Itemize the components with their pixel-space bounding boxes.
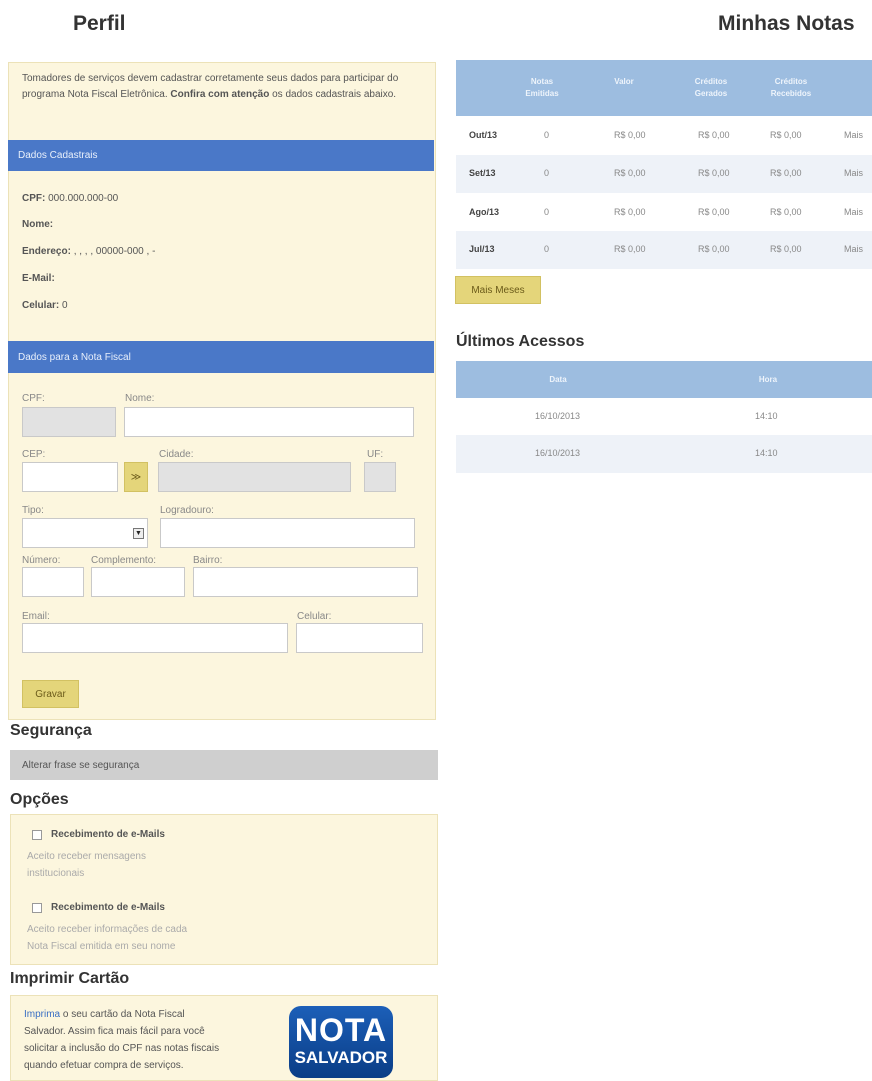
more-link[interactable]: Mais [844,244,863,254]
month-cell: Jul/13 [469,244,495,254]
form-email-label: Email: [22,611,50,622]
change-security-phrase-button[interactable]: Alterar frase se segurança [10,750,438,780]
col-header-time: Hora [758,375,778,384]
profile-heading: Perfil [73,12,126,35]
more-link[interactable]: Mais [844,130,863,140]
checkbox-icon[interactable] [32,830,42,840]
month-cell: Out/13 [469,130,498,140]
form-cep-label: CEP: [22,449,46,460]
form-number-field[interactable] [22,567,84,597]
form-uf-field[interactable] [364,462,396,492]
form-mobile-label: Celular: [297,611,332,622]
registration-header: Dados Cadastrais [8,140,434,171]
form-cpf-label: CPF: [22,393,45,404]
form-uf-label: UF: [367,449,384,460]
value-cell: R$ 0,00 [614,207,646,217]
save-button[interactable]: Gravar [22,680,79,708]
print-card-heading: Imprimir Cartão [10,970,130,987]
table-row: Jul/13 0 R$ 0,00 R$ 0,00 R$ 0,00 Mais [456,231,872,269]
table-row: 16/10/2013 14:10 [456,435,872,473]
print-card-text: Imprima o seu cartão da Nota Fiscal Salv… [24,1009,220,1071]
mobile-line: Celular: 0 [22,300,68,311]
options-heading: Opções [10,791,69,808]
form-name-field[interactable] [124,407,414,437]
option-invoice-email-desc-2: Nota Fiscal emitida em seu nome [27,941,176,952]
dropdown-arrow-icon[interactable]: ▼ [133,528,144,539]
email-line: E-Mail: [22,273,55,284]
issued-cell: 0 [544,130,550,140]
issued-cell: 0 [544,244,550,254]
time-cell: 14:10 [755,411,778,421]
form-cpf-field[interactable] [22,407,116,437]
form-district-field[interactable] [193,567,418,597]
name-line: Nome: [22,219,54,230]
checkbox-icon[interactable] [32,903,42,913]
cep-search-button[interactable]: ≫ [124,462,148,492]
intro-text: Tomadores de serviços devem cadastrar co… [22,73,399,100]
form-district-label: Bairro: [193,555,223,566]
form-street-label: Logradouro: [160,505,214,516]
table-row: Out/13 0 R$ 0,00 R$ 0,00 R$ 0,00 Mais [456,116,872,155]
form-type-select[interactable] [22,518,148,548]
nota-salvador-logo: NOTA SALVADOR [289,1006,393,1078]
more-months-button[interactable]: Mais Meses [455,276,541,304]
notes-heading: Minhas Notas [718,12,855,35]
option-email-desc-1: Aceito receber mensagens [27,851,146,862]
value-cell: R$ 0,00 [614,168,646,178]
security-heading: Segurança [10,722,92,739]
invoice-form-header: Dados para a Nota Fiscal [8,341,434,373]
form-number-label: Número: [22,555,61,566]
col-header-value: Valor [614,77,634,86]
form-city-field[interactable] [158,462,351,492]
col-header-issued: Notas Emitidas [525,77,559,98]
generated-cell: R$ 0,00 [698,168,730,178]
print-link[interactable]: Imprima [24,1009,60,1020]
form-mobile-field[interactable] [296,623,423,653]
month-cell: Set/13 [469,168,496,178]
access-table-header [456,361,872,398]
col-header-received: Créditos Recebidos [770,77,812,98]
table-row: 16/10/2013 14:10 [456,398,872,435]
form-cep-field[interactable] [22,462,118,492]
month-cell: Ago/13 [469,207,500,217]
received-cell: R$ 0,00 [770,168,802,178]
option-invoice-email-title: Recebimento de e-Mails [51,902,165,913]
issued-cell: 0 [544,168,550,178]
form-city-label: Cidade: [159,449,194,460]
generated-cell: R$ 0,00 [698,207,730,217]
form-name-label: Nome: [125,393,155,404]
table-row: Ago/13 0 R$ 0,00 R$ 0,00 R$ 0,00 Mais [456,193,872,231]
form-type-label: Tipo: [22,505,44,516]
last-access-heading: Últimos Acessos [456,333,585,350]
more-link[interactable]: Mais [844,168,863,178]
time-cell: 14:10 [755,448,778,458]
value-cell: R$ 0,00 [614,130,646,140]
date-cell: 16/10/2013 [535,411,581,421]
date-cell: 16/10/2013 [535,448,581,458]
received-cell: R$ 0,00 [770,207,802,217]
option-invoice-email-desc-1: Aceito receber informações de cada [27,924,188,935]
cpf-line: CPF: 000.000.000-00 [22,193,119,204]
more-link[interactable]: Mais [844,207,863,217]
issued-cell: 0 [544,207,550,217]
option-email-desc-2: institucionais [27,868,85,879]
col-header-date: Data [549,375,567,384]
form-complement-label: Complemento: [91,555,157,566]
col-header-generated: Créditos Gerados [694,77,728,98]
form-street-field[interactable] [160,518,415,548]
form-email-field[interactable] [22,623,288,653]
generated-cell: R$ 0,00 [698,130,730,140]
option-email-title: Recebimento de e-Mails [51,829,165,840]
table-row: Set/13 0 R$ 0,00 R$ 0,00 R$ 0,00 Mais [456,155,872,193]
form-complement-field[interactable] [91,567,185,597]
received-cell: R$ 0,00 [770,130,802,140]
received-cell: R$ 0,00 [770,244,802,254]
address-line: Endereço: , , , , 00000-000 , - [22,246,156,257]
generated-cell: R$ 0,00 [698,244,730,254]
value-cell: R$ 0,00 [614,244,646,254]
